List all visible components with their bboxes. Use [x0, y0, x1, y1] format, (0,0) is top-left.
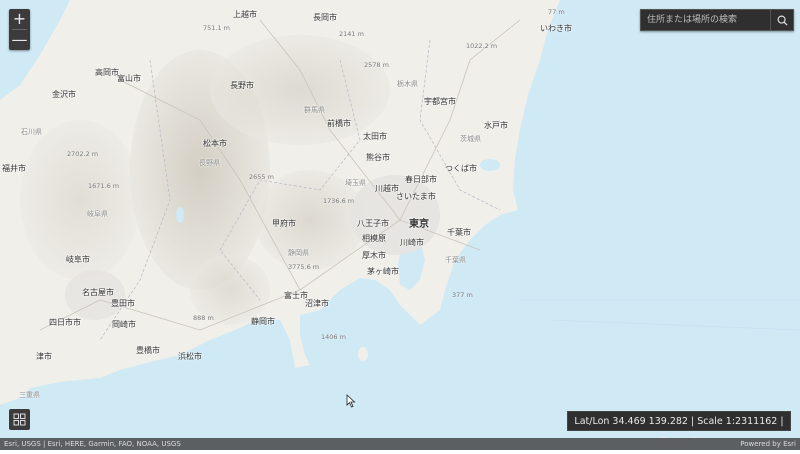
city-label: 豊橋市	[136, 346, 160, 355]
search-input[interactable]	[641, 10, 769, 30]
elevation-label: 1736.6 m	[323, 197, 355, 205]
elevation-label: 1406 m	[321, 333, 346, 341]
city-label: 浜松市	[178, 352, 202, 361]
city-label: 高岡市	[95, 68, 119, 77]
city-label: 川崎市	[400, 238, 424, 247]
search-icon	[777, 15, 788, 26]
city-label: 四日市市	[49, 318, 81, 327]
island	[358, 347, 368, 361]
city-label: 水戸市	[484, 121, 508, 130]
city-label: 金沢市	[52, 90, 76, 99]
city-label: 長野市	[230, 81, 254, 90]
elevation-label: 2578 m	[364, 61, 389, 69]
search-widget	[640, 9, 794, 31]
powered-by-link[interactable]: Powered by Esri	[740, 438, 796, 450]
city-label: 千葉市	[447, 228, 471, 237]
elevation-label: 2655 m	[249, 173, 274, 181]
city-label: 東京	[409, 219, 429, 230]
city-label: 八王子市	[357, 219, 389, 228]
city-label: 栃木県	[397, 80, 418, 88]
city-label: 静岡市	[251, 317, 275, 326]
lake-suwa	[176, 207, 184, 223]
city-label: 群馬県	[304, 106, 325, 114]
city-label: 三重県	[19, 391, 40, 399]
map-view[interactable]: 上越市 長岡市いわき市高岡市 富山市長野市金沢市宇都宮市前橋市 水戸市石川県福井市 松本…	[0, 0, 800, 450]
elevation-label: 377 m	[452, 291, 473, 299]
city-label: 相模原	[362, 234, 386, 243]
elevation-label: 3775.6 m	[288, 263, 320, 271]
city-label: 厚木市	[362, 251, 386, 260]
city-label: 熊谷市	[366, 153, 390, 162]
zoom-control: + —	[9, 9, 30, 50]
elevation-label: 1671.6 m	[88, 182, 120, 190]
city-label: 津市	[36, 352, 52, 361]
city-label: 埼玉県	[345, 179, 366, 187]
basemap-gallery-button[interactable]	[9, 409, 30, 430]
city-label: 豊田市	[111, 299, 135, 308]
city-label: 松本市	[203, 139, 227, 148]
elevation-label: 1022.2 m	[466, 42, 498, 50]
city-label: 富山市	[117, 74, 141, 83]
city-label: 岡崎市	[112, 320, 136, 329]
city-label: 名古屋市	[82, 288, 114, 297]
city-label: 福井市	[2, 164, 26, 173]
city-label: 宇都宮市	[424, 97, 456, 106]
elevation-label: 751.1 m	[203, 24, 231, 32]
lake-kasumigaura	[480, 159, 500, 171]
attribution-bar: Esri, USGS | Esri, HERE, Garmin, FAO, NO…	[0, 438, 800, 450]
basemap	[0, 0, 800, 450]
city-label: 岐阜県	[87, 210, 108, 218]
elevation-label: 888 m	[193, 314, 214, 322]
city-label: つくば市	[445, 164, 477, 173]
grid-icon	[13, 413, 26, 426]
city-label: 沼津市	[305, 299, 329, 308]
coordinate-readout: Lat/Lon 34.469 139.282 | Scale 1:2311162…	[567, 411, 791, 447]
city-label: 茅ヶ崎市	[367, 267, 399, 276]
city-label: 長野県	[199, 159, 220, 167]
city-label: 春日部市	[405, 175, 437, 184]
city-label: いわき市	[540, 24, 572, 33]
city-label: 石川県	[21, 128, 42, 136]
elevation-label: 2141 m	[339, 30, 364, 38]
city-label: 千葉県	[445, 256, 466, 264]
zoom-out-button[interactable]: —	[9, 30, 30, 50]
city-label: 上越市	[233, 10, 257, 19]
city-label: 静岡県	[288, 249, 309, 257]
mouse-cursor-icon	[346, 394, 356, 408]
city-label: 茨城県	[460, 135, 481, 143]
city-label: 甲府市	[272, 219, 296, 228]
elevation-label: 77 m	[548, 8, 565, 16]
elevation-label: 2702.2 m	[67, 150, 99, 158]
attribution-text[interactable]: Esri, USGS | Esri, HERE, Garmin, FAO, NO…	[4, 438, 181, 450]
city-label: 長岡市	[313, 13, 337, 22]
city-label: 太田市	[363, 132, 387, 141]
search-button[interactable]	[770, 10, 793, 30]
city-label: 前橋市	[327, 119, 351, 128]
city-label: さいたま市	[396, 192, 436, 201]
zoom-in-button[interactable]: +	[9, 9, 30, 29]
city-label: 岐阜市	[66, 255, 90, 264]
